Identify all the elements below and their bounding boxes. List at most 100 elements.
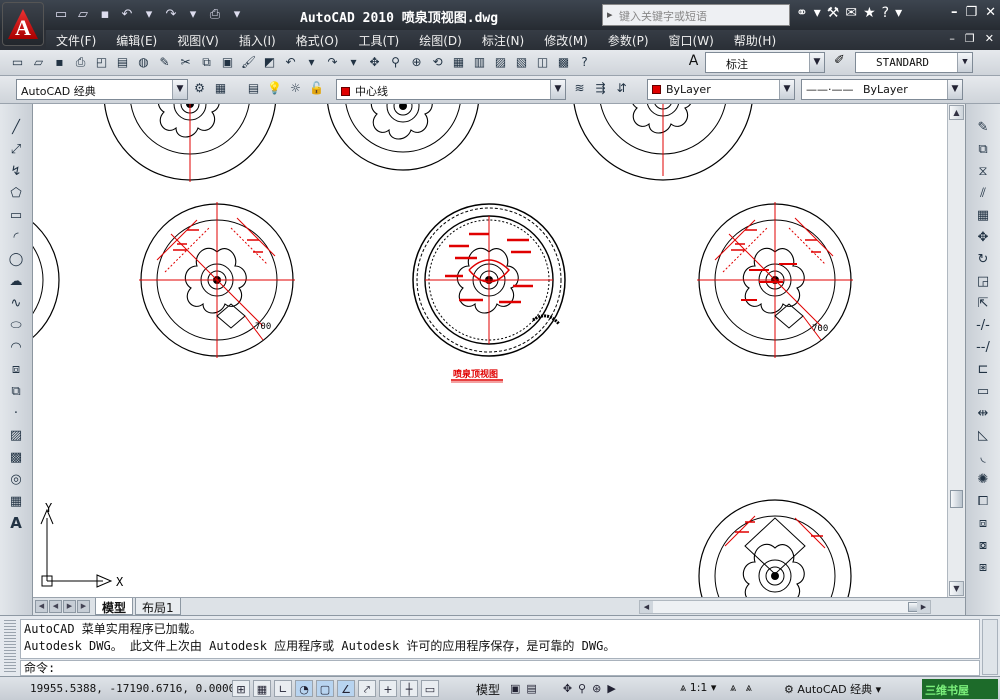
plot-icon[interactable]: ⎙ [71, 53, 90, 72]
help-search-input[interactable]: 键入关键字或短语 [602, 4, 790, 26]
etransmit-icon[interactable]: ✎ [155, 53, 174, 72]
lineweight-icon[interactable]: ┼ [400, 680, 418, 697]
text-style-icon[interactable]: A [684, 53, 703, 72]
break-icon[interactable]: ▭ [972, 382, 994, 401]
undo-dropdown-icon[interactable]: ▾ [302, 53, 321, 72]
polar-tracking-icon[interactable]: ◔ [295, 680, 313, 697]
next-tab-icon[interactable]: ▶ [63, 600, 76, 613]
scroll-down-icon[interactable]: ▼ [949, 581, 964, 596]
new-icon[interactable]: ▭ [8, 53, 27, 72]
markup-icon[interactable]: ◫ [533, 53, 552, 72]
undo-icon[interactable]: ↶ [281, 53, 300, 72]
help-icon[interactable]: ? [575, 53, 594, 72]
construction-line-icon[interactable]: ⤢ [5, 140, 27, 159]
menu-insert[interactable]: 插入(I) [229, 32, 286, 49]
workspace-settings-icon[interactable]: ⚙ [190, 79, 209, 98]
ellipse-icon[interactable]: ⬭ [5, 316, 27, 335]
redo-dropdown-icon[interactable]: ▾ [344, 53, 363, 72]
multiline-text-icon[interactable]: A [5, 514, 27, 533]
chamfer-icon[interactable]: ◺ [972, 426, 994, 445]
command-input[interactable]: 命令: [20, 660, 980, 676]
undo-icon[interactable]: ↶ [118, 6, 136, 24]
dim-style-icon[interactable]: ✐ [830, 53, 849, 72]
menu-modify[interactable]: 修改(M) [534, 32, 598, 49]
redo-dropdown-icon[interactable]: ▾ [184, 6, 202, 24]
command-window-grip[interactable] [4, 620, 16, 672]
steeringwheel-icon[interactable]: ⊛ [592, 680, 601, 697]
communication-center-icon[interactable]: ✉ [845, 5, 857, 21]
scale-icon[interactable]: ◲ [972, 272, 994, 291]
fillet-icon[interactable]: ◟ [972, 448, 994, 467]
insert-block-icon[interactable]: ⧈ [5, 360, 27, 379]
undo-dropdown-icon[interactable]: ▾ [140, 6, 158, 24]
workspace-switch[interactable]: ⚙ AutoCAD 经典 ▾ [784, 681, 881, 697]
line-icon[interactable]: ╱ [5, 118, 27, 137]
explode-icon[interactable]: ✺ [972, 470, 994, 489]
make-block-icon[interactable]: ⧉ [5, 382, 27, 401]
snap-mode-icon[interactable]: ⊞ [232, 680, 250, 697]
rectangle-icon[interactable]: ▭ [5, 206, 27, 225]
quick-properties-icon[interactable]: ▭ [421, 680, 439, 697]
help-icon[interactable]: ? [882, 5, 889, 21]
zoom-realtime-icon[interactable]: ⚲ [386, 53, 405, 72]
quick-view-drawings-icon[interactable]: ▤ [526, 680, 536, 697]
redo-icon[interactable]: ↷ [162, 6, 180, 24]
dim-style-combo[interactable]: 标注 ▼ [705, 52, 825, 73]
minimize-icon[interactable]: – [951, 5, 958, 20]
rotate-icon[interactable]: ↻ [972, 250, 994, 269]
tool-palettes-icon[interactable]: ▨ [491, 53, 510, 72]
object-snap-tracking-icon[interactable]: ∠ [337, 680, 355, 697]
scroll-up-icon[interactable]: ▲ [949, 105, 964, 120]
scroll-right-icon[interactable]: ▶ [917, 601, 930, 613]
3d-dwf-icon[interactable]: ◍ [134, 53, 153, 72]
chevron-down-icon[interactable]: ▼ [550, 80, 565, 99]
make-current-icon[interactable]: ≋ [570, 79, 589, 98]
showmotion-icon[interactable]: ▶ [607, 680, 615, 697]
horizontal-scrollbar[interactable]: ◀ ▶ [639, 600, 931, 614]
send-back-icon[interactable]: ⧇ [972, 536, 994, 555]
scroll-left-icon[interactable]: ◀ [640, 601, 653, 613]
dynamic-ucs-icon[interactable]: ⤤ [358, 680, 376, 697]
mirror-icon[interactable]: ⧖ [972, 162, 994, 181]
command-scrollbar[interactable] [982, 619, 998, 675]
chevron-down-icon[interactable]: ▼ [172, 80, 187, 99]
block-editor-icon[interactable]: ◩ [260, 53, 279, 72]
region-icon[interactable]: ◎ [5, 470, 27, 489]
match-properties-icon[interactable]: 🖌 [239, 53, 258, 72]
drawing-canvas[interactable]: 700 700 喷泉顶视图 Y X [33, 104, 947, 597]
arc-icon[interactable]: ◜ [5, 228, 27, 247]
customize-icon[interactable]: ▦ [211, 79, 230, 98]
publish-icon[interactable]: ▤ [113, 53, 132, 72]
menu-dimension[interactable]: 标注(N) [472, 32, 534, 49]
doc-close-icon[interactable]: ✕ [985, 32, 994, 45]
point-icon[interactable]: · [5, 404, 27, 423]
save-icon[interactable]: ▪ [50, 53, 69, 72]
revcloud-icon[interactable]: ☁ [5, 272, 27, 291]
open-file-icon[interactable]: ▱ [74, 6, 92, 24]
menu-window[interactable]: 窗口(W) [659, 32, 724, 49]
hatch-icon[interactable]: ▨ [5, 426, 27, 445]
open-icon[interactable]: ▱ [29, 53, 48, 72]
trim-icon[interactable]: -/- [972, 316, 994, 335]
last-tab-icon[interactable]: ▶ [77, 600, 90, 613]
circle-icon[interactable]: ◯ [5, 250, 27, 269]
vertical-scrollbar[interactable]: ▲ ▼ [947, 104, 965, 597]
workspace-combo[interactable]: AutoCAD 经典 ▼ [16, 79, 188, 100]
dynamic-input-icon[interactable]: + [379, 680, 397, 697]
erase-icon[interactable]: ✎ [972, 118, 994, 137]
polygon-icon[interactable]: ⬠ [5, 184, 27, 203]
annotation-scale[interactable]: ⩓ 1:1 ▾ ⩓ ⩓ [680, 681, 752, 695]
first-tab-icon[interactable]: ◀ [35, 600, 48, 613]
menu-tools[interactable]: 工具(T) [349, 32, 410, 49]
doc-restore-icon[interactable]: ❐ [965, 32, 975, 45]
properties-icon[interactable]: ▦ [449, 53, 468, 72]
coordinate-readout[interactable]: 19955.5388, -17190.6716, 0.0000 [30, 682, 235, 695]
layer-states-icon[interactable]: ⇵ [612, 79, 631, 98]
layer-properties-icon[interactable]: ▤ [244, 79, 263, 98]
plot-preview-icon[interactable]: ◰ [92, 53, 111, 72]
application-menu-button[interactable]: A [2, 2, 44, 46]
extend-icon[interactable]: --/ [972, 338, 994, 357]
object-snap-icon[interactable]: ▢ [316, 680, 334, 697]
zoom-window-icon[interactable]: ⊕ [407, 53, 426, 72]
chevron-down-icon[interactable]: ▼ [957, 53, 972, 72]
